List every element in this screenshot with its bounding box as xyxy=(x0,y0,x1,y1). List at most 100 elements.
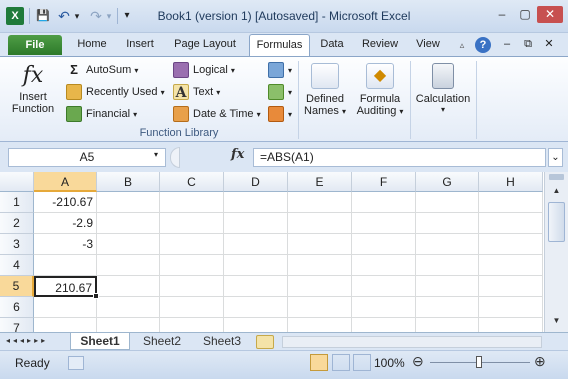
tab-home[interactable]: Home xyxy=(70,33,114,56)
more-functions-button[interactable]: ▾ xyxy=(268,106,292,122)
scroll-down-icon[interactable]: ▼ xyxy=(547,314,566,328)
row-header-3[interactable]: 3 xyxy=(0,234,34,255)
cell-a3[interactable]: -3 xyxy=(34,234,97,255)
name-box-dropdown-icon[interactable]: ▾ xyxy=(154,150,158,159)
cell-e6[interactable] xyxy=(288,297,352,318)
financial-button[interactable]: Financial ▾ xyxy=(66,106,137,122)
expand-formula-bar-icon[interactable]: ⌄ xyxy=(548,148,563,167)
insert-function-button[interactable]: fx Insert Function xyxy=(8,61,58,125)
help-icon[interactable]: ? xyxy=(475,37,491,53)
recently-used-button[interactable]: Recently Used ▾ xyxy=(66,84,165,100)
row-header-4[interactable]: 4 xyxy=(0,255,34,276)
tab-page-layout[interactable]: Page Layout xyxy=(168,33,242,56)
select-all-button[interactable] xyxy=(0,172,34,192)
sheet-nav-arrows[interactable]: ◂◂◂▸▸▸ xyxy=(6,336,48,345)
row-header-1[interactable]: 1 xyxy=(0,192,34,213)
cell-f1[interactable] xyxy=(352,192,416,213)
cell-h3[interactable] xyxy=(479,234,543,255)
lookup-reference-button[interactable]: ▾ xyxy=(268,62,292,78)
cell-h2[interactable] xyxy=(479,213,543,234)
cell-a1[interactable]: -210.67 xyxy=(34,192,97,213)
column-header-f[interactable]: F xyxy=(352,172,416,192)
horizontal-scrollbar[interactable] xyxy=(282,336,542,348)
math-trig-button[interactable]: ▾ xyxy=(268,84,292,100)
scroll-thumb[interactable] xyxy=(548,202,565,242)
zoom-in-icon[interactable]: ⊕ xyxy=(534,353,546,370)
cell-e4[interactable] xyxy=(288,255,352,276)
split-box[interactable] xyxy=(549,174,564,180)
cell-g2[interactable] xyxy=(416,213,479,234)
cell-b5[interactable] xyxy=(97,276,160,297)
normal-view-icon[interactable] xyxy=(310,354,328,371)
column-header-h[interactable]: H xyxy=(479,172,543,192)
cell-d5[interactable] xyxy=(224,276,288,297)
cell-a6[interactable] xyxy=(34,297,97,318)
active-cell-a5[interactable]: 210.67 xyxy=(34,276,97,297)
cell-b2[interactable] xyxy=(97,213,160,234)
cell-g4[interactable] xyxy=(416,255,479,276)
cell-e5[interactable] xyxy=(288,276,352,297)
cell-d4[interactable] xyxy=(224,255,288,276)
cell-h5[interactable] xyxy=(479,276,543,297)
insert-sheet-icon[interactable] xyxy=(256,335,274,349)
cell-f5[interactable] xyxy=(352,276,416,297)
cell-a4[interactable] xyxy=(34,255,97,276)
tab-insert[interactable]: Insert xyxy=(118,33,162,56)
column-header-a[interactable]: A xyxy=(34,172,97,192)
formula-auditing-button[interactable]: ◆ Formula Auditing ▾ xyxy=(352,61,408,125)
close-button[interactable]: ✕ xyxy=(537,6,563,23)
minimize-ribbon-icon[interactable]: ▵ xyxy=(455,38,469,52)
macro-record-icon[interactable] xyxy=(68,356,84,370)
column-header-c[interactable]: C xyxy=(160,172,224,192)
doc-close-button[interactable]: ✕ xyxy=(541,37,557,51)
cell-d1[interactable] xyxy=(224,192,288,213)
tab-sheet1[interactable]: Sheet1 xyxy=(70,333,130,350)
row-header-5[interactable]: 5 xyxy=(0,276,34,297)
autosum-button[interactable]: Σ AutoSum ▾ xyxy=(66,62,138,78)
tab-file[interactable]: File xyxy=(8,35,62,55)
cell-b4[interactable] xyxy=(97,255,160,276)
cell-f3[interactable] xyxy=(352,234,416,255)
cell-c3[interactable] xyxy=(160,234,224,255)
cell-c5[interactable] xyxy=(160,276,224,297)
cell-e1[interactable] xyxy=(288,192,352,213)
cell-f4[interactable] xyxy=(352,255,416,276)
defined-names-button[interactable]: Defined Names ▾ xyxy=(302,61,348,125)
insert-function-icon[interactable]: fx xyxy=(231,147,244,162)
tab-review[interactable]: Review xyxy=(356,33,404,56)
name-box[interactable]: A5 xyxy=(8,148,166,167)
logical-button[interactable]: Logical ▾ xyxy=(173,62,235,78)
row-header-2[interactable]: 2 xyxy=(0,213,34,234)
tab-data[interactable]: Data xyxy=(315,33,349,56)
column-header-d[interactable]: D xyxy=(224,172,288,192)
doc-restore-button[interactable]: ⧉ xyxy=(520,37,536,51)
cell-e2[interactable] xyxy=(288,213,352,234)
column-header-e[interactable]: E xyxy=(288,172,352,192)
cell-c1[interactable] xyxy=(160,192,224,213)
fill-handle[interactable] xyxy=(93,293,99,299)
cell-g1[interactable] xyxy=(416,192,479,213)
cell-d6[interactable] xyxy=(224,297,288,318)
zoom-slider-thumb[interactable] xyxy=(476,356,482,368)
cell-d3[interactable] xyxy=(224,234,288,255)
cell-f2[interactable] xyxy=(352,213,416,234)
cell-h4[interactable] xyxy=(479,255,543,276)
date-time-button[interactable]: Date & Time ▾ xyxy=(173,106,261,122)
doc-minimize-button[interactable]: – xyxy=(499,37,515,51)
tab-view[interactable]: View xyxy=(410,33,446,56)
zoom-level[interactable]: 100% xyxy=(374,356,405,370)
cell-h6[interactable] xyxy=(479,297,543,318)
page-break-view-icon[interactable] xyxy=(353,354,371,371)
cell-d2[interactable] xyxy=(224,213,288,234)
text-button[interactable]: A Text ▾ xyxy=(173,84,220,101)
cell-c6[interactable] xyxy=(160,297,224,318)
vertical-scrollbar[interactable]: ▲ ▼ xyxy=(544,172,568,332)
page-layout-view-icon[interactable] xyxy=(332,354,350,371)
tab-sheet2[interactable]: Sheet2 xyxy=(134,333,190,350)
scroll-up-icon[interactable]: ▲ xyxy=(547,184,566,198)
column-header-b[interactable]: B xyxy=(97,172,160,192)
row-header-6[interactable]: 6 xyxy=(0,297,34,318)
tab-formulas[interactable]: Formulas xyxy=(249,34,310,57)
restore-button[interactable]: ▢ xyxy=(514,6,536,23)
column-header-g[interactable]: G xyxy=(416,172,479,192)
